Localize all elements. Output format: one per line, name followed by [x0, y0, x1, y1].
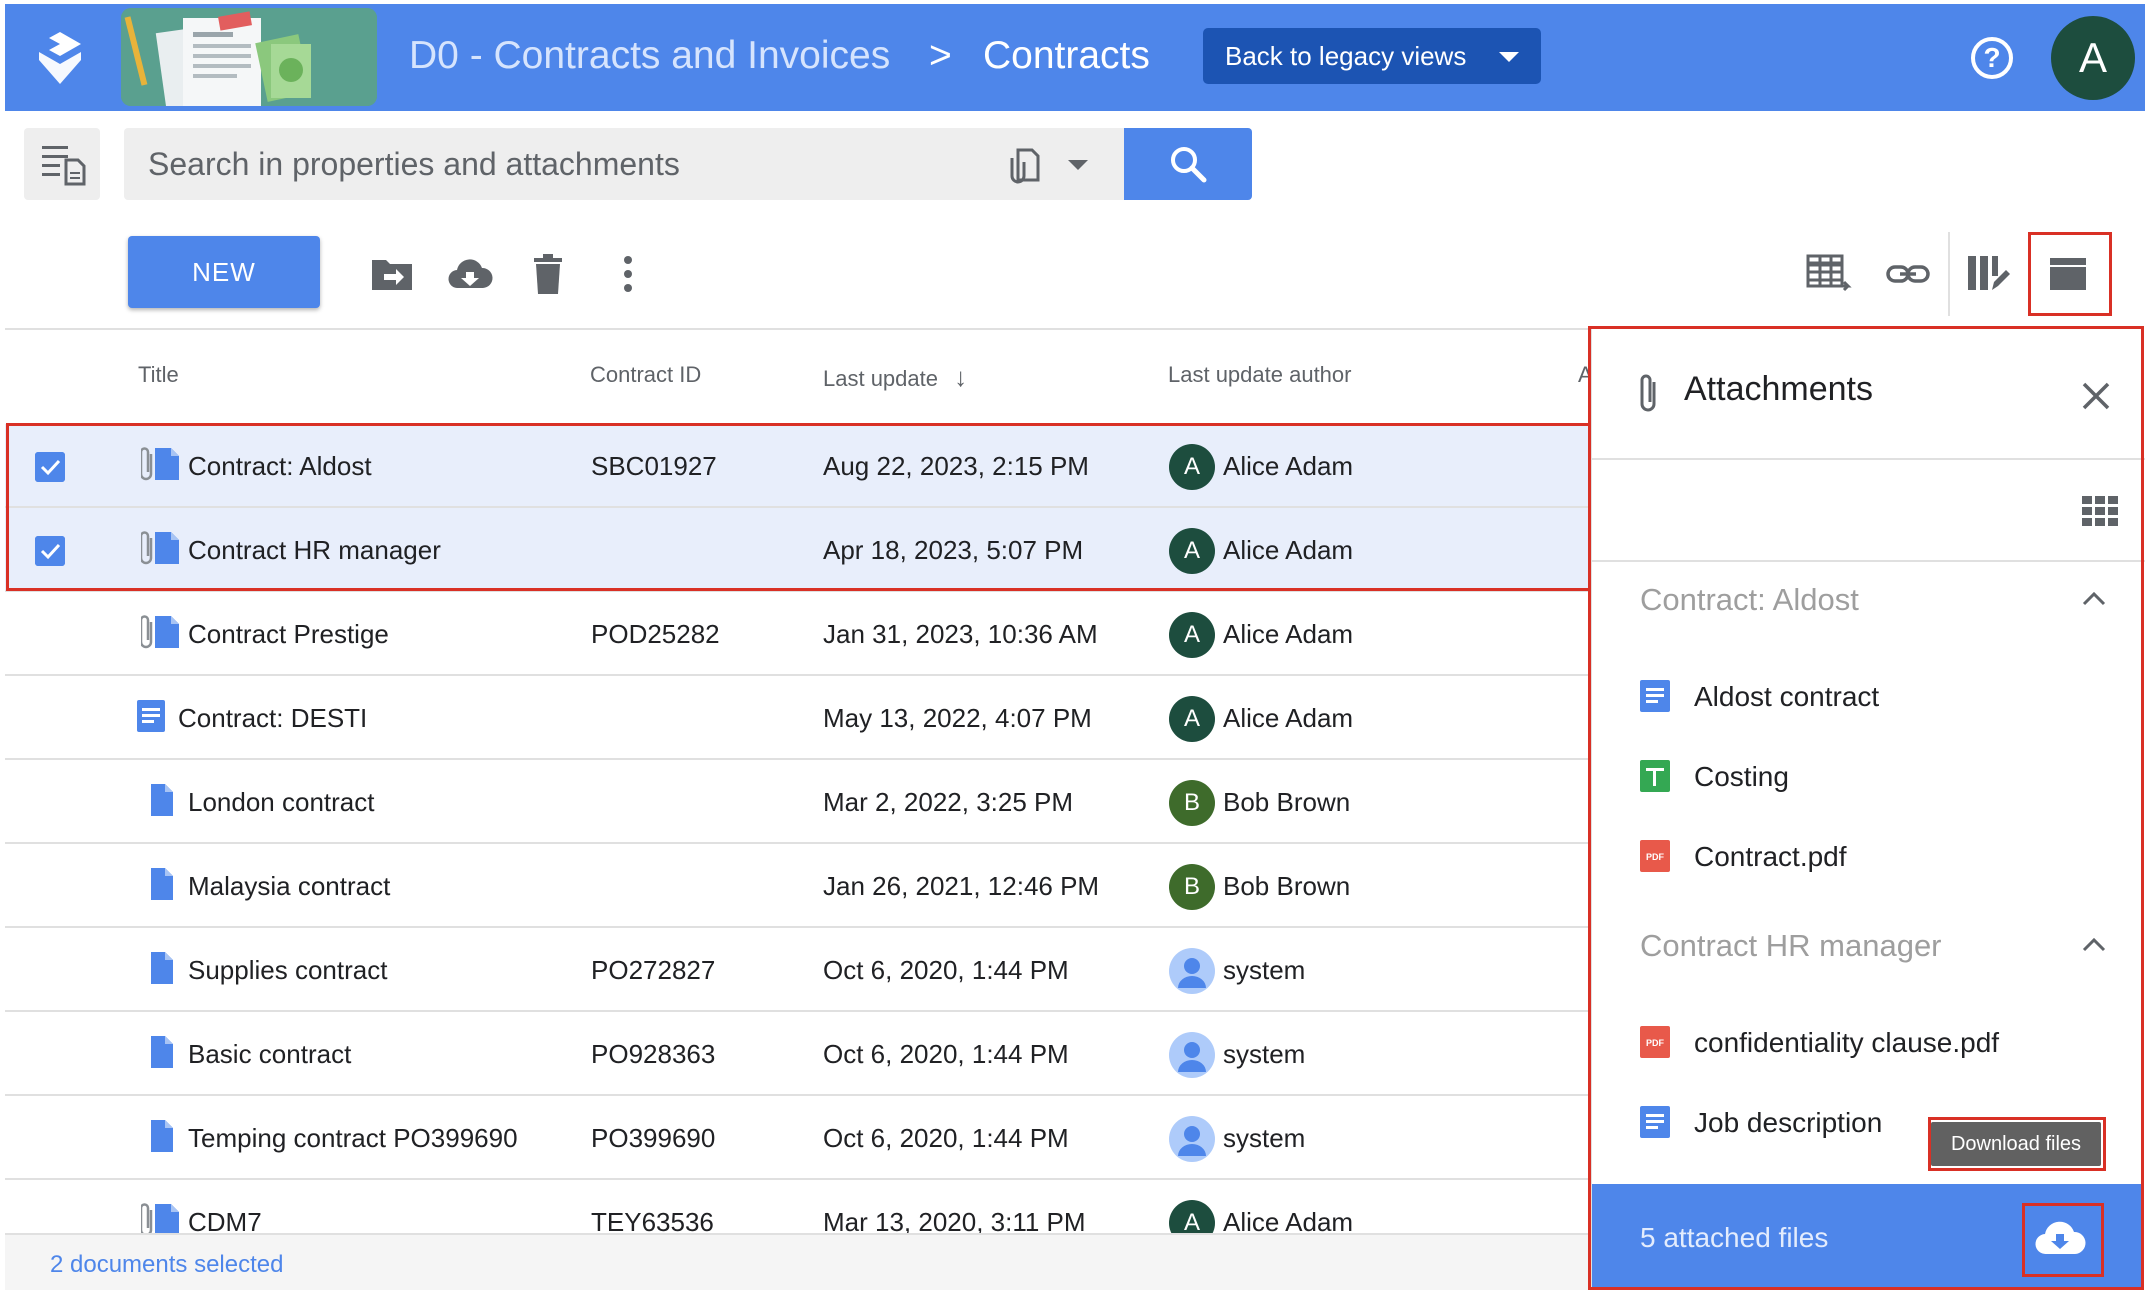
- last-update-label: Last update: [823, 366, 938, 391]
- selected-rows-highlight: [6, 423, 1594, 591]
- selection-count: 2 documents selected: [50, 1251, 284, 1278]
- table-row[interactable]: Basic contract PO928363 Oct 6, 2020, 1:44 …: [5, 1012, 1591, 1096]
- row-title[interactable]: Malaysia contract: [188, 844, 390, 928]
- google-doc-icon: [137, 698, 181, 734]
- toolbar-divider: [1948, 232, 1950, 316]
- app-banner-image: [121, 8, 377, 106]
- row-last-update: Jan 31, 2023, 10:36 AM: [823, 619, 1098, 649]
- table-row[interactable]: Malaysia contract Jan 26, 2021, 12:46 PM B…: [5, 844, 1591, 928]
- table-row[interactable]: London contract Mar 2, 2022, 3:25 PM B Bob …: [5, 760, 1591, 844]
- attachment-dropdown-icon[interactable]: [1068, 160, 1088, 170]
- breadcrumb-separator-icon: >: [929, 34, 952, 77]
- table-row[interactable]: Temping contract PO399690 PO399690 Oct 6, …: [5, 1096, 1591, 1180]
- system-user-icon: [1169, 1116, 1215, 1162]
- row-title[interactable]: London contract: [188, 760, 374, 844]
- page-title: Contracts: [983, 34, 1150, 77]
- column-header-title[interactable]: Title: [138, 362, 179, 388]
- author-avatar: B: [1169, 780, 1215, 826]
- user-avatar[interactable]: A: [2051, 16, 2135, 100]
- row-contract-id: PO928363: [591, 1039, 716, 1069]
- column-header-last-update[interactable]: Last update ↓: [823, 362, 967, 393]
- filter-toggle-button[interactable]: [24, 128, 100, 200]
- attached-file-icon: [139, 614, 185, 650]
- app-header: D0 - Contracts and Invoices > Contracts …: [5, 4, 2145, 111]
- breadcrumb-root[interactable]: D0 - Contracts and Invoices: [409, 34, 890, 78]
- row-contract-id: PO272827: [591, 955, 716, 985]
- row-title[interactable]: Contract Prestige: [188, 592, 389, 676]
- file-icon: [141, 782, 185, 818]
- edit-columns-icon[interactable]: [1964, 250, 2012, 298]
- row-title[interactable]: Basic contract: [188, 1012, 351, 1096]
- attachment-search-icon[interactable]: [1004, 144, 1044, 184]
- row-last-update: Mar 2, 2022, 3:25 PM: [823, 787, 1074, 817]
- system-user-icon: [1169, 1032, 1215, 1078]
- column-header-contract-id[interactable]: Contract ID: [590, 362, 701, 388]
- search-icon: [1171, 147, 1207, 183]
- caret-down-icon: [1499, 52, 1519, 62]
- table-divider: [5, 328, 1591, 330]
- help-icon[interactable]: ?: [1971, 37, 2013, 79]
- row-last-update: May 13, 2022, 4:07 PM: [823, 703, 1092, 733]
- row-last-update: Oct 6, 2020, 1:44 PM: [823, 1123, 1069, 1153]
- author-avatar: A: [1169, 696, 1215, 742]
- row-author: Bob Brown: [1223, 871, 1351, 901]
- filter-list-icon: [42, 146, 86, 186]
- attachments-panel-highlight: [1588, 326, 2144, 1290]
- app-logo-icon[interactable]: [35, 30, 85, 86]
- column-header-author[interactable]: Last update author: [1168, 362, 1351, 388]
- status-bar: 2 documents selected: [5, 1233, 1591, 1290]
- row-author: system: [1223, 1039, 1306, 1069]
- sort-arrow-down-icon: ↓: [954, 362, 968, 392]
- table-row[interactable]: Contract Prestige POD25282 Jan 31, 2023, 1…: [5, 592, 1591, 676]
- row-author: system: [1223, 955, 1306, 985]
- row-last-update: Oct 6, 2020, 1:44 PM: [823, 955, 1069, 985]
- row-author: Alice Adam: [1223, 703, 1354, 733]
- system-user-icon: [1169, 948, 1215, 994]
- row-title[interactable]: Supplies contract: [188, 928, 387, 1012]
- row-author: Alice Adam: [1223, 619, 1354, 649]
- row-contract-id: PO399690: [591, 1123, 716, 1153]
- export-table-icon[interactable]: [1804, 250, 1852, 298]
- move-to-folder-icon[interactable]: [368, 250, 416, 298]
- table-row[interactable]: Supplies contract PO272827 Oct 6, 2020, 1:…: [5, 928, 1591, 1012]
- search-button[interactable]: [1124, 128, 1252, 200]
- cloud-download-icon[interactable]: [446, 250, 494, 298]
- link-icon[interactable]: [1884, 250, 1932, 298]
- row-last-update: Jan 26, 2021, 12:46 PM: [823, 871, 1100, 901]
- new-button[interactable]: NEW: [128, 236, 320, 308]
- search-input[interactable]: [148, 128, 968, 200]
- row-title[interactable]: Contract: DESTI: [178, 676, 367, 760]
- row-author: system: [1223, 1123, 1306, 1153]
- row-last-update: Oct 6, 2020, 1:44 PM: [823, 1039, 1069, 1069]
- author-avatar: A: [1169, 612, 1215, 658]
- back-to-legacy-views-button[interactable]: Back to legacy views: [1203, 28, 1541, 84]
- file-icon: [141, 950, 185, 986]
- author-avatar: B: [1169, 864, 1215, 910]
- legacy-button-label: Back to legacy views: [1225, 40, 1467, 71]
- row-author: Bob Brown: [1223, 787, 1351, 817]
- search-bar: [124, 128, 1124, 200]
- more-vert-icon[interactable]: [604, 250, 652, 298]
- file-icon: [141, 1034, 185, 1070]
- table-row[interactable]: Contract: DESTI May 13, 2022, 4:07 PM A Ali…: [5, 676, 1591, 760]
- panel-toggle-highlight: [2028, 232, 2112, 316]
- file-icon: [141, 866, 185, 902]
- row-contract-id: POD25282: [591, 619, 720, 649]
- file-icon: [141, 1118, 185, 1154]
- row-title[interactable]: Temping contract PO399690: [188, 1096, 518, 1180]
- delete-icon[interactable]: [524, 250, 572, 298]
